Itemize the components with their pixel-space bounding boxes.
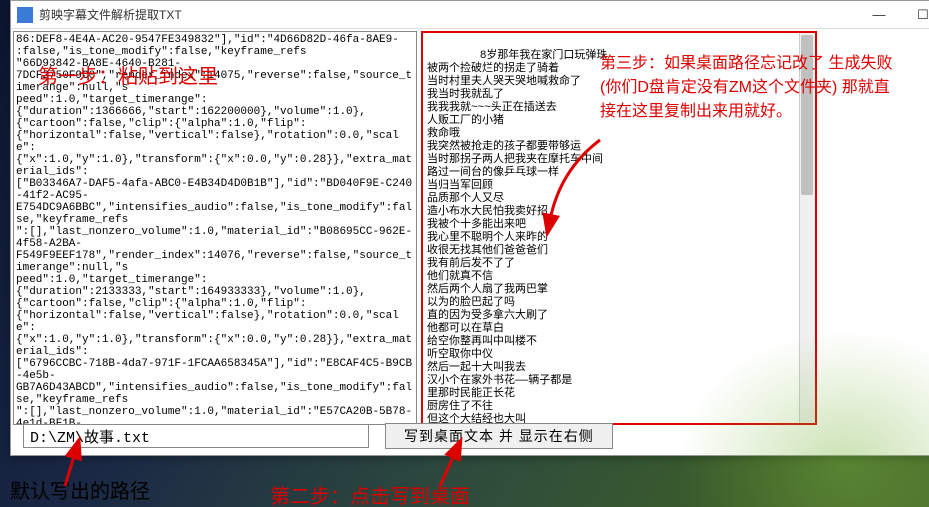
- app-icon: [17, 7, 33, 23]
- output-textarea[interactable]: 8岁那年我在家门口玩弹珠 被两个捡破烂的拐走了骑着 当时村里夫人哭天哭地喊救命了…: [421, 31, 817, 425]
- scrollbar[interactable]: [799, 33, 815, 423]
- path-input[interactable]: [23, 424, 369, 448]
- json-textarea[interactable]: 86:DEF8-4E4A-AC20-9547FE349832"],"id":"4…: [13, 31, 417, 425]
- output-text: 8岁那年我在家门口玩弹珠 被两个捡破烂的拐走了骑着 当时村里夫人哭天哭地喊救命了…: [427, 50, 607, 425]
- desktop-background: 剪映字幕文件解析提取TXT — ☐ ✕ 86:DEF8-4E4A-AC20-95…: [0, 0, 929, 507]
- titlebar[interactable]: 剪映字幕文件解析提取TXT — ☐ ✕: [11, 1, 929, 29]
- minimize-button[interactable]: —: [857, 1, 901, 29]
- annotation-step2: 第二步：点击写到桌面: [270, 480, 470, 507]
- window-title: 剪映字幕文件解析提取TXT: [39, 6, 857, 23]
- maximize-button[interactable]: ☐: [901, 1, 929, 29]
- app-window: 剪映字幕文件解析提取TXT — ☐ ✕ 86:DEF8-4E4A-AC20-95…: [10, 0, 929, 456]
- write-button[interactable]: 写到桌面文本 并 显示在右侧: [385, 423, 613, 449]
- annotation-default-path: 默认写出的路径: [10, 475, 150, 504]
- scrollbar-thumb[interactable]: [801, 35, 813, 195]
